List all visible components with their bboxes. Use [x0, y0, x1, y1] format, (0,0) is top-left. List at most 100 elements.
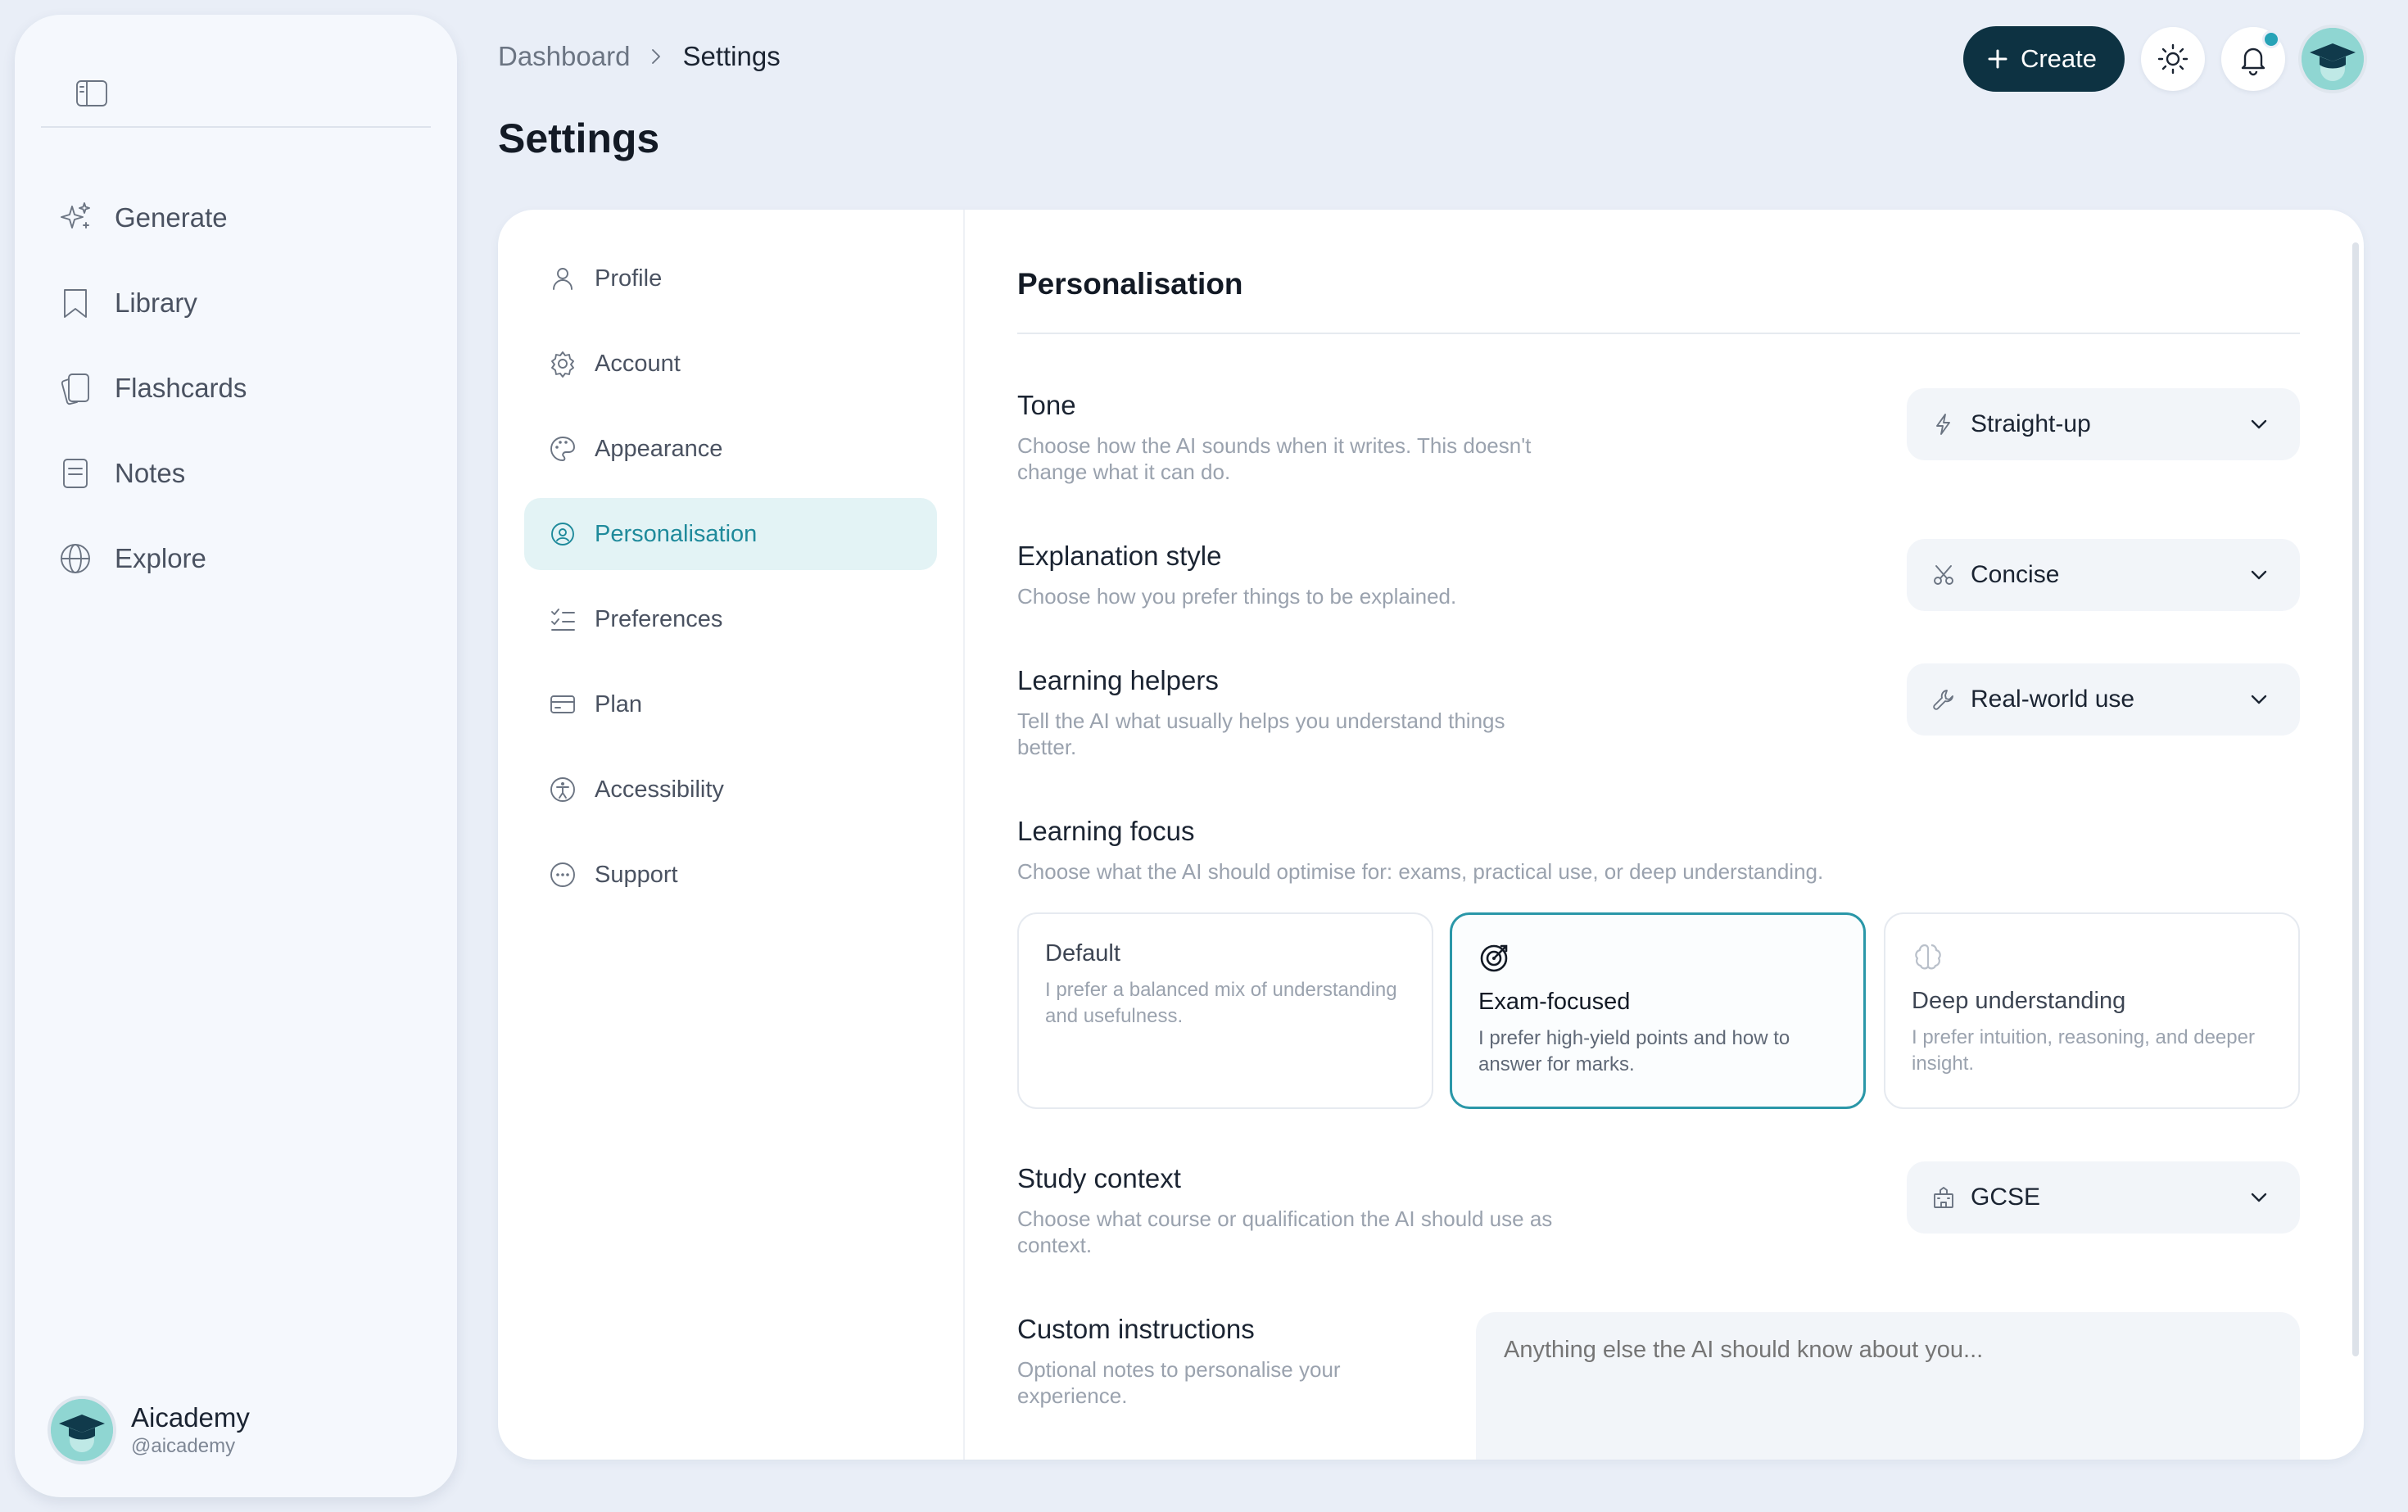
globe-icon	[56, 539, 95, 578]
settings-nav-label: Personalisation	[595, 520, 758, 547]
gear-icon	[551, 351, 574, 378]
scissors-icon	[1934, 565, 1953, 585]
explanation-style-select-value: Concise	[1971, 561, 2060, 588]
wrench-icon	[1933, 690, 1953, 710]
theme-toggle-button[interactable]	[2141, 27, 2205, 91]
custom-instructions-label: Custom instructions	[1017, 1314, 1255, 1344]
breadcrumb: Dashboard Settings	[498, 41, 781, 72]
learning-focus-description: Choose what the AI should optimise for: …	[1017, 859, 1824, 884]
notification-badge	[2262, 30, 2280, 48]
sidebar-item-generate[interactable]: Generate	[56, 175, 432, 260]
target-icon	[1480, 944, 1508, 972]
settings-nav-account[interactable]: Account	[524, 328, 937, 400]
settings-nav-appearance[interactable]: Appearance	[524, 413, 937, 485]
sidebar-item-library[interactable]: Library	[56, 260, 432, 346]
checklist-icon	[551, 609, 575, 631]
focus-option-default[interactable]: Default I prefer a balanced mix of under…	[1017, 912, 1433, 1109]
plus-icon	[1988, 49, 2007, 69]
sidebar-item-label: Flashcards	[115, 373, 247, 403]
explanation-style-description: Choose how you prefer things to be expla…	[1017, 584, 1457, 609]
sidebar-nav: Generate Library Flashcards Notes Explor…	[56, 175, 432, 601]
learning-helpers-select-value: Real-world use	[1971, 686, 2135, 713]
chevron-down-icon	[2251, 570, 2267, 580]
study-context-select-value: GCSE	[1971, 1184, 2041, 1211]
settings-nav-support[interactable]: Support	[524, 839, 937, 911]
settings-nav-label: Preferences	[595, 605, 723, 632]
user-handle: @aicademy	[131, 1435, 236, 1457]
settings-nav-label: Support	[595, 861, 678, 888]
focus-option-title: Default	[1045, 940, 1120, 967]
sidebar-item-label: Notes	[115, 458, 186, 488]
accessibility-icon	[550, 777, 575, 802]
notes-icon	[56, 454, 95, 493]
settings-nav-accessibility[interactable]: Accessibility	[524, 754, 937, 826]
settings-nav-label: Profile	[595, 265, 663, 292]
custom-instructions-input[interactable]	[1476, 1312, 2300, 1460]
settings-nav-plan[interactable]: Plan	[524, 668, 937, 740]
tone-select[interactable]: Straight-up	[1907, 388, 2300, 460]
breadcrumb-current: Settings	[682, 41, 781, 71]
focus-option-description: I prefer a balanced mix of understanding…	[1045, 979, 1397, 1027]
sidebar-toggle-button[interactable]	[59, 62, 124, 124]
chevron-down-icon	[2251, 695, 2267, 704]
sidebar-item-flashcards[interactable]: Flashcards	[56, 346, 432, 431]
focus-option-title: Deep understanding	[1912, 988, 2126, 1014]
settings-nav-label: Plan	[595, 690, 643, 718]
cards-icon	[56, 369, 95, 408]
study-context-description: Choose what course or qualification the …	[1017, 1206, 1553, 1257]
learning-focus-label: Learning focus	[1017, 816, 1195, 846]
settings-nav-label: Accessibility	[595, 776, 724, 803]
chat-icon	[550, 862, 575, 887]
learning-helpers-select[interactable]: Real-world use	[1907, 663, 2300, 736]
settings-nav-profile[interactable]: Profile	[524, 242, 937, 315]
section-title: Personalisation	[1017, 267, 1243, 301]
sidebar-item-explore[interactable]: Explore	[56, 516, 432, 601]
sidebar-panel-icon	[76, 80, 107, 106]
section-divider	[1017, 333, 2300, 334]
settings-nav: Profile Account Appearance Personalisati…	[498, 210, 965, 1460]
learning-helpers-label: Learning helpers	[1017, 665, 1219, 695]
settings-nav-personalisation[interactable]: Personalisation	[524, 498, 937, 570]
tone-description: Choose how the AI sounds when it writes.…	[1017, 433, 1532, 484]
graduation-cap-icon	[51, 1399, 113, 1461]
sidebar-divider	[41, 126, 431, 128]
tone-select-value: Straight-up	[1971, 410, 2091, 437]
bookmark-icon	[56, 283, 95, 323]
learning-helpers-description: Tell the AI what usually helps you under…	[1017, 708, 1505, 759]
focus-option-description: I prefer intuition, reasoning, and deepe…	[1912, 1026, 2255, 1075]
create-button[interactable]: Create	[1962, 26, 2125, 92]
settings-nav-label: Account	[595, 350, 681, 377]
chevron-down-icon	[2251, 1193, 2267, 1202]
focus-option-exam-focused[interactable]: Exam-focused I prefer high-yield points …	[1450, 912, 1866, 1109]
focus-option-title: Exam-focused	[1478, 989, 1631, 1015]
avatar	[51, 1399, 113, 1461]
create-button-label: Create	[2020, 44, 2097, 73]
settings-card: Profile Account Appearance Personalisati…	[498, 210, 2364, 1460]
settings-nav-preferences[interactable]: Preferences	[524, 583, 937, 655]
school-icon	[1934, 1187, 1953, 1208]
chevron-right-icon	[652, 49, 661, 64]
settings-scrollbar[interactable]	[2352, 242, 2359, 1356]
tone-label: Tone	[1017, 390, 1076, 420]
user-icon	[553, 268, 573, 290]
notifications-button[interactable]	[2221, 27, 2285, 91]
sparkles-icon	[56, 198, 95, 238]
sidebar-item-label: Library	[115, 287, 197, 318]
user-profile[interactable]: Aicademy @aicademy	[51, 1399, 250, 1461]
topbar-actions: Create	[1962, 26, 2364, 92]
explanation-style-select[interactable]: Concise	[1907, 539, 2300, 611]
app-sidebar: Generate Library Flashcards Notes Explor…	[15, 15, 457, 1497]
credit-card-icon	[550, 695, 575, 713]
breadcrumb-dashboard-link[interactable]: Dashboard	[498, 41, 630, 72]
study-context-label: Study context	[1017, 1163, 1181, 1193]
sidebar-item-notes[interactable]: Notes	[56, 431, 432, 516]
lightning-icon	[1936, 414, 1950, 435]
header-avatar[interactable]	[2302, 28, 2364, 90]
sidebar-item-label: Explore	[115, 543, 206, 573]
study-context-select[interactable]: GCSE	[1907, 1161, 2300, 1234]
focus-option-deep-understanding[interactable]: Deep understanding I prefer intuition, r…	[1884, 912, 2300, 1109]
user-name: Aicademy	[131, 1402, 250, 1433]
settings-nav-label: Appearance	[595, 435, 723, 462]
palette-icon	[550, 437, 575, 461]
sun-icon	[2157, 43, 2188, 75]
